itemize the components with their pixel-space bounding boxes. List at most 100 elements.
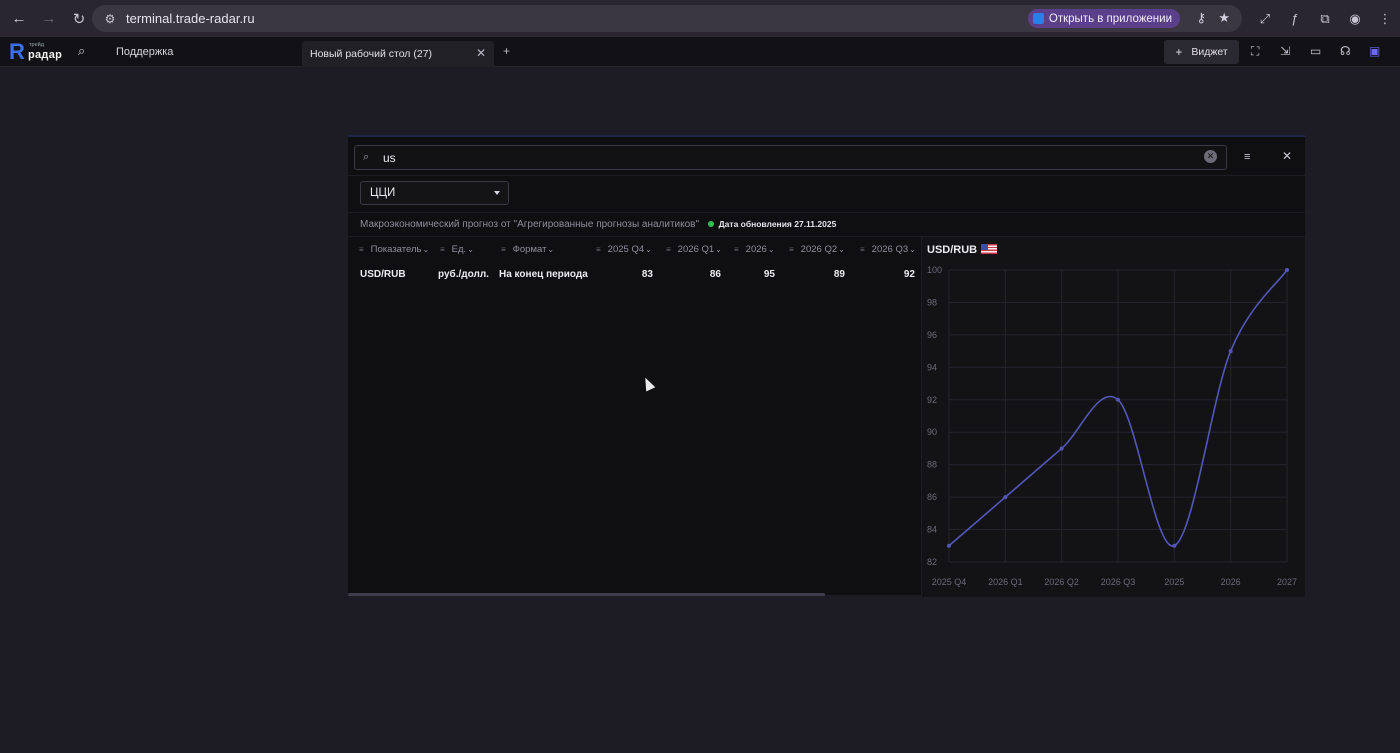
line-chart: 82 84 86 88 90 92 94 96 98 100 2025 Q4 2026 Q1 2026 … — [927, 265, 1297, 587]
divider — [348, 175, 1305, 176]
y-tick-label: 100 — [927, 265, 942, 275]
divider — [348, 212, 1305, 213]
header-label: Показатель — [370, 244, 422, 255]
user-avatar-icon[interactable]: ▣ — [1369, 44, 1380, 58]
headset-icon[interactable]: ☊ — [1340, 44, 1351, 58]
header-label: 2026 Q2 — [800, 244, 838, 255]
add-widget-button[interactable]: + Виджет — [1164, 40, 1239, 64]
workspace-tab[interactable]: Новый рабочий стол (27) ✕ — [302, 41, 494, 67]
search-value: us — [383, 151, 396, 165]
y-tick-label: 98 — [927, 297, 937, 307]
cell-2026: 95 — [763, 269, 775, 280]
cell-2026q1: 86 — [709, 269, 721, 280]
reload-icon[interactable]: ↻ — [66, 6, 92, 32]
data-point — [1116, 397, 1120, 402]
sort-icon: ≡ — [860, 245, 865, 254]
password-key-icon[interactable]: ⚷ — [1196, 10, 1206, 26]
category-select-value: ЦЦИ — [370, 187, 396, 199]
cell-indicator[interactable]: USD/RUB — [360, 269, 406, 280]
back-arrow-icon[interactable]: ← — [6, 6, 32, 32]
chevron-down-icon: ⌄ — [645, 245, 652, 254]
chevron-down-icon: ⌄ — [467, 245, 474, 254]
app-header: R трейд радар ⌕ Поддержка Новый рабочий … — [0, 37, 1400, 67]
header-label: 2026 — [745, 244, 767, 255]
function-icon[interactable]: ƒ — [1280, 11, 1310, 26]
chart-panel: USD/RUB 82 84 86 88 90 92 94 96 98 100 2025 Q4 2026… — [921, 237, 1305, 597]
fullscreen-icon[interactable]: ⛶ — [1251, 44, 1259, 59]
support-link[interactable]: Поддержка — [116, 46, 173, 58]
data-point — [1285, 268, 1289, 272]
cell-format: На конец периода — [499, 269, 588, 280]
sort-icon: ≡ — [440, 245, 445, 254]
bookmark-star-icon[interactable]: ★ — [1218, 10, 1230, 26]
column-header-unit[interactable]: ≡ Ед.⌄ — [440, 244, 474, 255]
forward-arrow-icon[interactable]: → — [36, 6, 62, 32]
filter-icon[interactable]: ≡ — [1244, 151, 1250, 163]
menu-dots-icon[interactable]: ⋮ — [1370, 11, 1400, 27]
y-tick-label: 92 — [927, 395, 937, 405]
y-tick-label: 82 — [927, 557, 937, 567]
update-date: Дата обновления 27.11.2025 — [718, 219, 837, 229]
x-tick-label: 2025 Q4 — [932, 577, 967, 587]
header-label: 2026 Q3 — [871, 244, 909, 255]
open-in-app-button[interactable]: Открыть в приложении — [1027, 9, 1180, 28]
sort-icon: ≡ — [359, 245, 364, 254]
cell-unit: руб./долл. — [438, 269, 489, 280]
extensions-icon[interactable]: ⧉ — [1310, 11, 1340, 27]
x-tick-label: 2026 Q2 — [1044, 577, 1079, 587]
chevron-down-icon: ⌄ — [715, 245, 722, 254]
pin-icon[interactable]: ⤢ — [1250, 11, 1280, 27]
export-icon[interactable]: ⇲ — [1280, 44, 1290, 58]
search-widget-panel: ⌕ us ✕ ≡ ✕ ЦЦИ Макроэкономический прогно… — [348, 135, 1305, 597]
y-tick-label: 84 — [927, 525, 937, 535]
brand-word: радар — [28, 49, 63, 61]
caret-down-icon — [494, 191, 500, 195]
app-logo-icon — [1032, 13, 1044, 24]
sort-icon: ≡ — [666, 245, 671, 254]
source-text: Макроэкономический прогноз от "Агрегиров… — [360, 219, 700, 230]
profile-icon[interactable]: ◉ — [1340, 11, 1370, 27]
header-label: Формат — [512, 244, 547, 255]
status-dot-icon — [707, 221, 714, 227]
category-select[interactable]: ЦЦИ — [360, 181, 509, 205]
column-header-2026q1[interactable]: ≡ 2026 Q1⌄ — [666, 244, 722, 255]
plus-icon: + — [1175, 45, 1183, 59]
column-header-2026[interactable]: ≡ 2026⌄ — [734, 244, 775, 255]
chat-icon[interactable]: ▭ — [1310, 44, 1321, 58]
y-tick-label: 88 — [927, 460, 937, 470]
search-input[interactable]: ⌕ us ✕ — [354, 145, 1227, 170]
brand-logo[interactable]: R трейд радар — [9, 41, 63, 63]
chevron-down-icon: ⌄ — [838, 245, 845, 254]
x-tick-label: 2026 Q1 — [988, 577, 1023, 587]
y-tick-label: 86 — [927, 492, 937, 502]
header-label: Ед. — [451, 244, 467, 255]
workspace-tab-label: Новый рабочий стол (27) — [310, 48, 433, 60]
url-text: terminal.trade-radar.ru — [126, 11, 255, 26]
source-info: Макроэкономический прогноз от "Агрегиров… — [360, 219, 836, 230]
add-widget-label: Виджет — [1191, 46, 1228, 58]
search-icon[interactable]: ⌕ — [78, 43, 85, 59]
clear-search-icon[interactable]: ✕ — [1204, 150, 1217, 163]
column-header-indicator[interactable]: ≡ Показатель⌄ — [359, 244, 429, 255]
chevron-down-icon: ⌄ — [422, 245, 430, 254]
brand-r-icon: R — [9, 39, 25, 64]
search-icon: ⌕ — [363, 151, 370, 163]
data-point — [1059, 446, 1064, 451]
column-header-2025q4[interactable]: ≡ 2025 Q4⌄ — [596, 244, 652, 255]
horizontal-scrollbar[interactable] — [348, 593, 825, 596]
close-panel-icon[interactable]: ✕ — [1282, 149, 1292, 163]
sort-icon: ≡ — [501, 245, 506, 254]
browser-toolbar: ← → ↻ ⚙ terminal.trade-radar.ru Открыть … — [0, 0, 1400, 37]
column-header-format[interactable]: ≡ Формат⌄ — [501, 244, 554, 255]
address-bar[interactable]: ⚙ terminal.trade-radar.ru Открыть в прил… — [92, 5, 1242, 32]
x-tick-label: 2026 Q3 — [1101, 577, 1136, 587]
data-point — [947, 543, 951, 548]
open-in-app-label: Открыть в приложении — [1048, 12, 1172, 25]
site-settings-icon[interactable]: ⚙ — [98, 12, 122, 26]
column-header-2026q3[interactable]: ≡ 2026 Q3⌄ — [860, 244, 916, 255]
x-tick-label: 2025 — [1164, 577, 1184, 587]
close-tab-icon[interactable]: ✕ — [476, 46, 486, 60]
column-header-2026q2[interactable]: ≡ 2026 Q2⌄ — [789, 244, 845, 255]
x-tick-label: 2026 — [1221, 577, 1241, 587]
add-tab-icon[interactable]: + — [503, 44, 510, 58]
